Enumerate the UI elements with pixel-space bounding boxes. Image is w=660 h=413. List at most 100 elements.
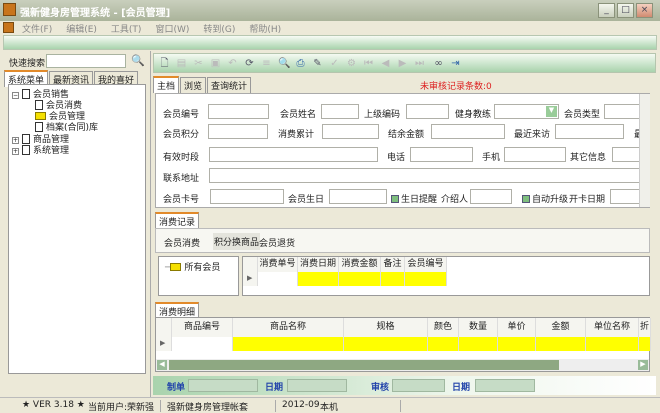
grid-cell[interactable]	[405, 272, 447, 286]
phone-input[interactable]	[410, 147, 473, 162]
grid-cell[interactable]	[586, 337, 639, 351]
reviewer-field[interactable]	[392, 379, 445, 392]
member-return-button[interactable]: 会员退货	[259, 236, 295, 249]
member-name-input[interactable]	[321, 104, 359, 119]
check-icon[interactable]: ✓	[329, 58, 340, 69]
filter-icon[interactable]: ⚙	[346, 58, 357, 69]
form-scrollbar[interactable]	[639, 94, 650, 207]
prev-icon[interactable]: ◀	[380, 58, 391, 69]
member-consume-button[interactable]: 会员消费	[164, 236, 200, 249]
close-button[interactable]: ×	[636, 3, 653, 18]
birthday-input[interactable]	[329, 189, 387, 204]
horizontal-scrollbar[interactable]: ◀ ▶	[156, 359, 649, 371]
grid-cell[interactable]	[381, 272, 405, 286]
mobile-input[interactable]	[504, 147, 566, 162]
column-header[interactable]: 颜色	[428, 318, 459, 337]
grid-cell[interactable]	[639, 337, 651, 351]
menu-help[interactable]: 帮助(H)	[249, 25, 281, 35]
column-header[interactable]: 会员编号	[405, 257, 447, 272]
points-exchange-button[interactable]: 积分换商品	[213, 233, 261, 250]
edit-icon[interactable]: ▤	[176, 58, 187, 69]
referrer-input[interactable]	[470, 189, 512, 204]
column-header[interactable]: 商品名称	[233, 318, 344, 337]
list-icon[interactable]: ≡	[261, 58, 272, 69]
find-icon[interactable]: ∞	[433, 58, 444, 69]
grid-cell[interactable]	[298, 272, 339, 286]
column-header[interactable]: 备注	[381, 257, 405, 272]
menu-goto[interactable]: 转到(G)	[203, 25, 235, 35]
grid-cell[interactable]	[498, 337, 536, 351]
column-header[interactable]: 规格	[344, 318, 428, 337]
grid-cell[interactable]	[339, 272, 381, 286]
menu-file[interactable]: 文件(F)	[22, 25, 52, 35]
make-date-field[interactable]	[287, 379, 347, 392]
review-date-field[interactable]	[475, 379, 535, 392]
birthday-remind-checkbox[interactable]: 生日提醒	[391, 192, 437, 205]
grid-cell[interactable]	[344, 337, 428, 351]
search-input[interactable]	[46, 54, 126, 68]
card-no-input[interactable]	[210, 189, 284, 204]
column-header[interactable]: 单位名称	[586, 318, 639, 337]
column-header[interactable]: 折	[639, 318, 651, 337]
grid-cell[interactable]	[459, 337, 498, 351]
save-icon[interactable]: ▣	[210, 58, 221, 69]
export-icon[interactable]: ✎	[312, 58, 323, 69]
tree-item-system-manage[interactable]: + 系统管理	[12, 143, 69, 156]
grid-cell[interactable]	[172, 337, 233, 351]
grid-cell[interactable]	[233, 337, 344, 351]
scroll-left-icon[interactable]: ◀	[157, 360, 167, 370]
auto-upgrade-checkbox[interactable]: 自动升级	[522, 192, 568, 205]
menu-edit[interactable]: 编辑(E)	[66, 25, 97, 35]
column-header[interactable]: 消费金额	[339, 257, 381, 272]
grid-cell[interactable]	[536, 337, 586, 351]
refresh-icon[interactable]: ⟳	[244, 58, 255, 69]
exit-icon[interactable]: ⇥	[450, 58, 461, 69]
grid-cell[interactable]	[428, 337, 459, 351]
menu-tools[interactable]: 工具(T)	[111, 25, 142, 35]
preview-icon[interactable]: 🔍	[278, 58, 290, 69]
tab-query[interactable]: 查询统计	[207, 77, 252, 93]
maker-field[interactable]	[188, 379, 258, 392]
points-input[interactable]	[208, 124, 268, 139]
records-grid: ▶ 消费单号 消费日期 消费金额 备注 会员编号	[242, 256, 650, 296]
balance-input[interactable]	[431, 124, 505, 139]
menu-window[interactable]: 窗口(W)	[155, 25, 189, 35]
coach-select[interactable]: ▼	[494, 104, 559, 119]
tree-item-all-members[interactable]: ─ 所有会员	[165, 260, 220, 273]
tab-consume-records[interactable]: 消费记录	[155, 212, 200, 229]
column-header[interactable]: 消费单号	[258, 257, 298, 272]
birthday-label: 会员生日	[288, 195, 325, 205]
maximize-button[interactable]: □	[617, 3, 634, 18]
address-input[interactable]	[209, 168, 640, 183]
last-visit-input[interactable]	[555, 124, 624, 139]
delete-icon[interactable]: ✂	[193, 58, 204, 69]
print-icon[interactable]: ⎙	[295, 58, 306, 69]
total-spent-input[interactable]	[322, 124, 379, 139]
other-info-input[interactable]	[612, 147, 640, 162]
grid-cell[interactable]	[258, 272, 298, 286]
scrollbar-thumb[interactable]	[169, 360, 559, 370]
column-header[interactable]: 商品编号	[172, 318, 233, 337]
search-icon[interactable]: 🔍	[131, 54, 145, 67]
next-icon[interactable]: ▶	[397, 58, 408, 69]
column-header[interactable]: 单价	[498, 318, 536, 337]
scroll-right-icon[interactable]: ▶	[638, 360, 648, 370]
column-header[interactable]: 消费日期	[298, 257, 339, 272]
open-date-input[interactable]	[610, 189, 640, 204]
member-type-input[interactable]	[604, 104, 640, 119]
chevron-down-icon[interactable]: ▼	[546, 106, 557, 117]
status-version: ★ VER 3.18 ★	[22, 400, 85, 410]
tab-browse[interactable]: 浏览	[180, 77, 207, 93]
member-no-input[interactable]	[208, 104, 269, 119]
first-icon[interactable]: ⏮	[363, 58, 374, 69]
records-action-bar: 会员消费 积分换商品 会员退货	[155, 228, 650, 253]
valid-period-input[interactable]	[209, 147, 378, 162]
tab-main[interactable]: 主档	[153, 76, 180, 93]
minimize-button[interactable]: _	[598, 3, 615, 18]
new-icon[interactable]: 🗋	[159, 58, 170, 69]
column-header[interactable]: 数量	[459, 318, 498, 337]
last-icon[interactable]: ⏭	[414, 58, 425, 69]
undo-icon[interactable]: ↶	[227, 58, 238, 69]
parent-code-input[interactable]	[406, 104, 449, 119]
column-header[interactable]: 金额	[536, 318, 586, 337]
